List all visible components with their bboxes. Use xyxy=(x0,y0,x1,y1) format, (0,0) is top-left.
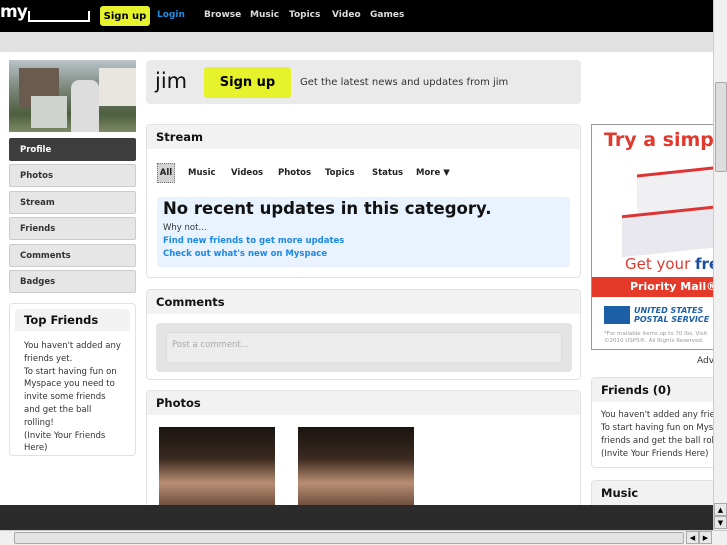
header-signup-button[interactable]: Sign up xyxy=(204,67,291,98)
logo-underline xyxy=(28,11,90,22)
login-link[interactable]: Login xyxy=(157,10,185,20)
friends-panel: Friends (0) You haven't added any friend… xyxy=(591,377,721,468)
tab-photos[interactable]: Photos xyxy=(278,168,311,178)
photo-thumbnail[interactable] xyxy=(298,427,414,507)
scroll-right-icon[interactable]: ▶ xyxy=(699,531,712,544)
scroll-down-icon[interactable]: ▼ xyxy=(714,516,727,529)
tab-status[interactable]: Status xyxy=(372,168,403,178)
nav-topics[interactable]: Topics xyxy=(289,10,320,20)
scroll-up-icon[interactable]: ▲ xyxy=(714,503,727,516)
header-tagline: Get the latest news and updates from jim xyxy=(300,77,509,88)
tab-more[interactable]: More ▼ xyxy=(416,168,450,178)
comment-input[interactable]: Post a comment... xyxy=(166,332,562,363)
why-not: Why not... xyxy=(163,223,207,233)
photos-panel: Photos xyxy=(146,390,581,510)
profile-photo[interactable] xyxy=(9,60,136,132)
top-friends-text-2: To start having fun on Myspace you need … xyxy=(24,366,117,428)
nav-games[interactable]: Games xyxy=(370,10,404,20)
profile-name: jim xyxy=(155,69,188,93)
usps-eagle-icon xyxy=(604,306,630,324)
vertical-scrollbar[interactable]: ▲ ▼ xyxy=(713,0,727,530)
top-friends-panel: Top Friends You haven't added any friend… xyxy=(9,303,136,456)
photos-title: Photos xyxy=(147,391,580,415)
usps-ad[interactable]: Try a simple Get your free Priority Mail… xyxy=(591,124,721,350)
usps-logo-text: UNITED STATES POSTAL SERVICE ® xyxy=(634,306,721,324)
sidebar-item-friends[interactable]: Friends xyxy=(9,217,136,240)
stream-title: Stream xyxy=(147,125,580,149)
signup-button[interactable]: Sign up xyxy=(100,6,150,26)
whats-new-link[interactable]: Check out what's new on Myspace xyxy=(163,248,564,261)
stream-panel: Stream All Music Videos Photos Topics St… xyxy=(146,124,581,278)
ad-fine-print: *For mailable items up to 70 lbs. Visit ©… xyxy=(604,331,708,344)
sidebar-item-badges[interactable]: Badges xyxy=(9,270,136,293)
top-bar: my Sign up Login Browse Music Topics Vid… xyxy=(0,0,727,32)
comments-title: Comments xyxy=(147,290,580,314)
nav-video[interactable]: Video xyxy=(332,10,361,20)
ad-subhead: Get your free xyxy=(625,255,720,273)
ad-priority-bar: Priority Mail® xyxy=(592,277,720,297)
scroll-left-icon[interactable]: ◀ xyxy=(686,531,699,544)
nav-music[interactable]: Music xyxy=(250,10,279,20)
sidebar-item-comments[interactable]: Comments xyxy=(9,244,136,267)
tab-topics[interactable]: Topics xyxy=(325,168,355,178)
ad-headline: Try a simple xyxy=(604,129,721,151)
invite-friends-link[interactable]: (Invite Your Friends Here) xyxy=(601,449,708,459)
empty-stream-message: No recent updates in this category. Why … xyxy=(157,197,570,267)
sidebar-item-stream[interactable]: Stream xyxy=(9,191,136,214)
sidebar-item-profile[interactable]: Profile xyxy=(9,138,136,161)
tab-videos[interactable]: Videos xyxy=(231,168,263,178)
nav-browse[interactable]: Browse xyxy=(204,10,241,20)
music-title: Music xyxy=(592,481,720,505)
ad-label: Adv xyxy=(697,356,715,366)
horizontal-scrollbar[interactable]: ◀ ▶ xyxy=(0,530,727,545)
tab-all[interactable]: All xyxy=(157,163,175,183)
comments-panel: Comments Post a comment... xyxy=(146,289,581,380)
tab-music[interactable]: Music xyxy=(188,168,216,178)
photo-thumbnail[interactable] xyxy=(159,427,275,507)
hscroll-thumb[interactable] xyxy=(14,532,684,544)
scroll-thumb[interactable] xyxy=(715,82,727,172)
top-friends-title: Top Friends xyxy=(15,309,130,331)
friends-title: Friends (0) xyxy=(592,378,720,402)
profile-header: jim Sign up Get the latest news and upda… xyxy=(146,60,581,104)
top-band xyxy=(0,32,713,52)
sidebar-item-photos[interactable]: Photos xyxy=(9,164,136,187)
find-friends-link[interactable]: Find new friends to get more updates xyxy=(163,235,564,248)
invite-friends-link[interactable]: (Invite Your Friends Here) xyxy=(24,431,105,454)
top-friends-text: You haven't added any friends yet. xyxy=(24,341,121,364)
empty-title: No recent updates in this category. xyxy=(163,199,492,218)
bottom-bar xyxy=(0,505,713,530)
myspace-logo[interactable]: my xyxy=(0,2,28,22)
